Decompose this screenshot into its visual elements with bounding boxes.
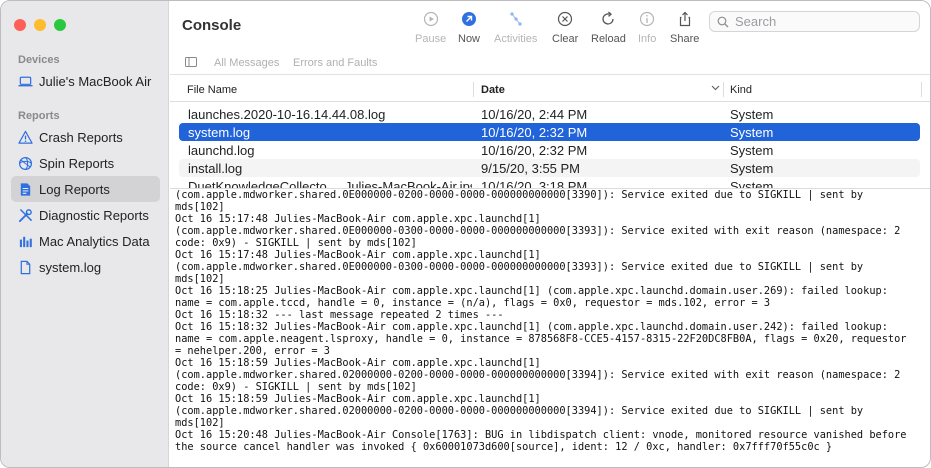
- log-line: the source cancel handler was invoked { …: [175, 441, 833, 453]
- filter-bar: All Messages Errors and Faults: [170, 53, 930, 75]
- sidebar-item-label: Log Reports: [39, 181, 110, 197]
- log-line: = nehelper.200, error = 3: [175, 345, 330, 357]
- clear-button[interactable]: Clear: [552, 10, 578, 45]
- laptop-icon: [17, 73, 33, 89]
- activities-icon: [507, 10, 525, 28]
- log-line: Oct 16 15:20:48 Julies-MacBook-Air Conso…: [175, 429, 907, 441]
- log-line: name = com.apple.neagent.lsproxy, handle…: [175, 333, 907, 345]
- log-line: (com.apple.mdworker.shared.0E000000-0200…: [175, 189, 864, 201]
- log-line: code: 0x9) - SIGKILL | sent by mds[102]: [175, 381, 417, 393]
- window-title: Console: [182, 17, 242, 34]
- info-icon: [638, 10, 656, 28]
- search-icon: [717, 16, 729, 27]
- column-separator[interactable]: [473, 82, 474, 97]
- sidebar-item-label: Spin Reports: [39, 155, 115, 171]
- sidebar-item-label: Crash Reports: [39, 129, 123, 145]
- console-window: Devices Julie's MacBook Air Reports Cras…: [0, 0, 931, 468]
- document-icon: [17, 181, 33, 197]
- sidebar-item-system-log[interactable]: system.log: [11, 254, 160, 280]
- minimize-window-button[interactable]: [34, 19, 46, 31]
- log-line: mds[102]: [175, 201, 225, 213]
- errors-and-faults-filter[interactable]: Errors and Faults: [293, 57, 377, 69]
- log-line: Oct 16 15:18:25 Julies-MacBook-Air com.a…: [175, 285, 888, 297]
- clear-icon: [556, 10, 574, 28]
- log-line: name = com.apple.tccd, handle = 0, insta…: [175, 297, 771, 309]
- search-placeholder: Search: [735, 14, 777, 29]
- log-line: (com.apple.mdworker.shared.02000000-0200…: [175, 369, 901, 381]
- table-row[interactable]: launches.2020-10-16.14.44.08.log 10/16/2…: [179, 105, 920, 123]
- chevron-down-icon[interactable]: [711, 85, 720, 91]
- sidebar-item-device[interactable]: Julie's MacBook Air: [11, 68, 160, 94]
- log-line: mds[102]: [175, 417, 225, 429]
- log-line: code: 0x9) - SIGKILL | sent by mds[102]: [175, 237, 417, 249]
- tools-icon: [17, 207, 33, 223]
- log-line: mds[102]: [175, 273, 225, 285]
- sidebar-item-crash-reports[interactable]: Crash Reports: [11, 124, 160, 150]
- table-row[interactable]: launchd.log 10/16/20, 2:32 PM System: [179, 141, 920, 159]
- sidebar-item-label: system.log: [39, 259, 102, 275]
- column-separator[interactable]: [723, 82, 724, 97]
- info-button[interactable]: Info: [638, 10, 656, 45]
- toolbar: Console Pause Now Activities Clear Reloa…: [170, 1, 930, 53]
- sidebar-item-diagnostic-reports[interactable]: Diagnostic Reports: [11, 202, 160, 228]
- now-button[interactable]: Now: [458, 10, 480, 45]
- pause-icon: [422, 10, 440, 28]
- now-icon: [460, 10, 478, 28]
- column-header-date[interactable]: Date: [481, 84, 505, 96]
- spin-icon: [17, 155, 33, 171]
- reload-icon: [599, 10, 617, 28]
- log-line: (com.apple.mdworker.shared.0E000000-0300…: [175, 261, 864, 273]
- log-line: Oct 16 15:17:48 Julies-MacBook-Air com.a…: [175, 249, 541, 261]
- share-button[interactable]: Share: [670, 10, 699, 45]
- log-line: Oct 16 15:18:59 Julies-MacBook-Air com.a…: [175, 393, 541, 405]
- warning-triangle-icon: [17, 129, 33, 145]
- reports-heading: Reports: [18, 110, 60, 122]
- log-line: Oct 16 15:18:32 Julies-MacBook-Air com.a…: [175, 321, 888, 333]
- table-row[interactable]: install.log 9/15/20, 3:55 PM System: [179, 159, 920, 177]
- zoom-window-button[interactable]: [54, 19, 66, 31]
- devices-heading: Devices: [18, 54, 60, 66]
- log-line: (com.apple.mdworker.shared.02000000-0200…: [175, 405, 864, 417]
- sidebar-item-label: Mac Analytics Data: [39, 233, 150, 249]
- close-window-button[interactable]: [14, 19, 26, 31]
- search-field[interactable]: Search: [709, 11, 920, 32]
- log-line: (com.apple.mdworker.shared.0E000000-0300…: [175, 225, 901, 237]
- pause-button[interactable]: Pause: [415, 10, 446, 45]
- log-content[interactable]: (com.apple.mdworker.shared.0E000000-0200…: [175, 189, 927, 461]
- log-line: Oct 16 15:17:48 Julies-MacBook-Air com.a…: [175, 213, 541, 225]
- table-row-selected[interactable]: system.log 10/16/20, 2:32 PM System: [179, 123, 920, 141]
- file-list: launches.2020-10-16.14.44.08.log 10/16/2…: [179, 105, 920, 189]
- activities-button[interactable]: Activities: [494, 10, 537, 45]
- log-line: Oct 16 15:18:59 Julies-MacBook-Air com.a…: [175, 357, 541, 369]
- device-label: Julie's MacBook Air: [39, 73, 152, 89]
- file-icon: [17, 259, 33, 275]
- reload-button[interactable]: Reload: [591, 10, 626, 45]
- table-header: File Name Date Kind: [170, 77, 930, 102]
- share-icon: [676, 10, 694, 28]
- column-header-file-name[interactable]: File Name: [187, 84, 237, 96]
- all-messages-filter[interactable]: All Messages: [214, 57, 279, 69]
- sidebar-toggle-icon[interactable]: [185, 57, 197, 67]
- sidebar-item-spin-reports[interactable]: Spin Reports: [11, 150, 160, 176]
- column-separator[interactable]: [921, 82, 922, 97]
- column-header-kind[interactable]: Kind: [730, 84, 752, 96]
- sidebar: Devices Julie's MacBook Air Reports Cras…: [1, 1, 169, 467]
- log-line: Oct 16 15:18:32 --- last message repeate…: [175, 309, 504, 321]
- sidebar-item-log-reports[interactable]: Log Reports: [11, 176, 160, 202]
- window-controls: [14, 19, 66, 31]
- sidebar-item-mac-analytics-data[interactable]: Mac Analytics Data: [11, 228, 160, 254]
- sidebar-item-label: Diagnostic Reports: [39, 207, 149, 223]
- bar-chart-icon: [17, 233, 33, 249]
